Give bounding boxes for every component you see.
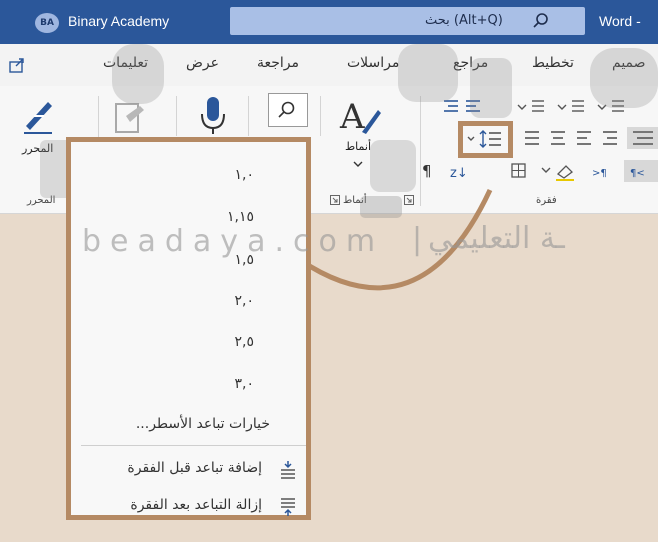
line-spacing-menu: ١,٠ ١,١٥ ١,٥ ٢,٠ ٢,٥ ٣,٠ خيارات تباعد ال… bbox=[66, 137, 311, 520]
line-spacing-option-1-15[interactable]: ١,١٥ bbox=[227, 209, 254, 225]
watermark-divider: | bbox=[412, 222, 423, 257]
add-space-before-command[interactable]: إضافة تباعد قبل الفقرة bbox=[127, 460, 262, 476]
line-spacing-option-1-0[interactable]: ١,٠ bbox=[235, 167, 255, 183]
menu-separator bbox=[81, 445, 306, 446]
line-spacing-option-3-0[interactable]: ٣,٠ bbox=[235, 376, 255, 392]
line-spacing-option-2-5[interactable]: ٢,٥ bbox=[235, 334, 255, 350]
watermark-text: beadaya.com bbox=[82, 224, 385, 259]
line-spacing-option-2-0[interactable]: ٢,٠ bbox=[235, 293, 255, 309]
remove-space-after-command[interactable]: إزالة التباعد بعد الفقرة bbox=[130, 497, 262, 513]
watermark-arabic: ـة التعليمي bbox=[428, 221, 565, 256]
add-space-before-icon[interactable] bbox=[278, 460, 298, 480]
line-spacing-options-link[interactable]: خيارات تباعد الأسطر... bbox=[136, 416, 270, 432]
remove-space-after-icon[interactable] bbox=[278, 497, 298, 517]
